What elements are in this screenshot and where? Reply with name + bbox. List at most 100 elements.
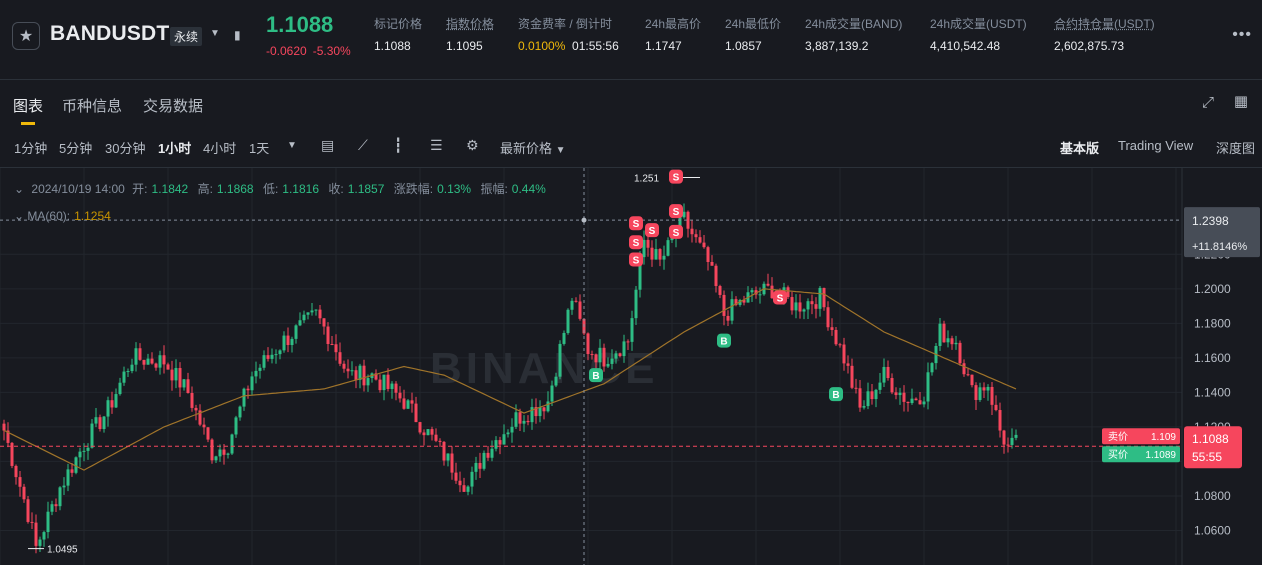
candle-body: [446, 453, 450, 461]
tab-coin-info[interactable]: 币种信息: [62, 95, 122, 116]
candle-body: [142, 359, 146, 365]
indicator-chart-icon[interactable]: ⟋: [358, 137, 368, 154]
candle-body: [314, 309, 318, 311]
candle-body: [490, 448, 494, 458]
candle-body: [594, 354, 598, 363]
stat-label[interactable]: 指数价格: [446, 15, 494, 32]
candle-body: [906, 401, 910, 404]
candle-body: [970, 374, 974, 386]
candle-body: [634, 289, 638, 319]
candle-body: [186, 379, 190, 393]
candle-body: [78, 451, 82, 458]
stat-index-price[interactable]: 指数价格 1.1095: [446, 15, 494, 53]
candle-body: [426, 429, 430, 436]
candle-body: [2, 423, 6, 431]
candle-body: [718, 286, 722, 295]
candle-body: [910, 398, 914, 404]
price-type-select[interactable]: 最新价格 ▼: [500, 138, 566, 157]
version-basic[interactable]: 基本版: [1060, 138, 1099, 157]
ohlc-legend: ⌄ 2024/10/19 14:00 开: 1.1842 高: 1.1868 低: 1…: [14, 180, 552, 197]
candle-body: [894, 392, 898, 396]
candle-body: [178, 368, 182, 388]
tab-trading-data[interactable]: 交易数据: [143, 95, 203, 116]
candle-body: [614, 353, 618, 359]
legend-change-label: 涨跌幅:: [393, 182, 434, 196]
legend-close: 1.1857: [347, 182, 385, 196]
candlestick-chart[interactable]: BINANCE1.04951.251SSSSSSSSBBB1.22001.200…: [0, 168, 1262, 565]
more-intervals-chevron-down-icon[interactable]: ▼: [287, 140, 297, 151]
legend-high-label: 高:: [197, 182, 213, 196]
candle-body: [238, 406, 242, 418]
ticker-header: ★ BANDUSDT 永续 ▼ ▮ 1.1088 -0.0620 -5.30% 标…: [0, 0, 1262, 80]
candle-body: [38, 539, 42, 546]
candle-body: [66, 469, 70, 486]
version-depth-chart[interactable]: 深度图: [1216, 138, 1255, 157]
legend-date: 2024/10/19 14:00: [31, 182, 125, 196]
candle-body: [358, 365, 362, 380]
bid-label: 买价: [1108, 449, 1128, 461]
candle-body: [690, 228, 694, 235]
stat-label: 24h最高价: [645, 17, 702, 31]
symbol-name[interactable]: BANDUSDT: [50, 22, 169, 46]
favorite-star-icon[interactable]: ★: [12, 22, 40, 50]
candle-body: [210, 439, 214, 461]
layout-grid-icon[interactable]: ▦: [1234, 92, 1248, 110]
candle-body: [326, 326, 330, 344]
symbol-dropdown-chevron-down-icon[interactable]: ▼: [210, 28, 220, 39]
candle-body: [82, 450, 86, 452]
candle-body: [478, 462, 482, 469]
stat-label[interactable]: 合约持仓量(USDT): [1054, 15, 1155, 32]
candle-body: [546, 401, 550, 412]
candle-body: [750, 290, 754, 293]
template-icon[interactable]: ☰: [430, 137, 443, 154]
expand-icon[interactable]: ⤢: [1202, 94, 1214, 111]
candle-body: [974, 385, 978, 400]
high-price-label: 1.251: [634, 173, 659, 184]
ma-collapse-chevron-icon[interactable]: ⌄: [14, 209, 24, 223]
candle-body: [838, 344, 842, 346]
candle-body: [630, 318, 634, 342]
candle-body: [170, 369, 174, 381]
candle-body: [794, 302, 798, 311]
candle-body: [470, 471, 474, 487]
interval-5m[interactable]: 5分钟: [59, 138, 92, 157]
candle-body: [802, 309, 806, 312]
stat-24h-high: 24h最高价 1.1747: [645, 15, 701, 53]
candle-body: [586, 333, 590, 355]
candle-body: [822, 287, 826, 308]
interval-4h[interactable]: 4小时: [203, 138, 236, 157]
legend-collapse-chevron-icon[interactable]: ⌄: [14, 182, 24, 196]
legend-amplitude-label: 振幅:: [480, 182, 508, 196]
candle-body: [442, 441, 446, 461]
calendar-icon[interactable]: ▤: [321, 137, 334, 154]
tab-chart[interactable]: 图表: [13, 95, 43, 125]
candle-type-icon[interactable]: ┇: [394, 137, 402, 154]
interval-30m[interactable]: 30分钟: [105, 138, 145, 157]
candle-body: [150, 358, 154, 364]
candle-body: [130, 364, 134, 372]
candle-body: [458, 480, 462, 486]
candle-body: [118, 382, 122, 395]
candle-body: [798, 302, 802, 312]
stat-open-interest[interactable]: 合约持仓量(USDT) 2,602,875.73: [1054, 15, 1155, 53]
more-options-icon[interactable]: •••: [1232, 26, 1252, 44]
candle-body: [54, 504, 58, 507]
candle-body: [154, 363, 158, 368]
candle-body: [482, 452, 486, 469]
candle-body: [878, 382, 882, 390]
interval-1h[interactable]: 1小时: [158, 138, 191, 157]
ma-legend: ⌄ MA(60): 1.1254: [14, 209, 111, 223]
version-trading-view[interactable]: Trading View: [1118, 138, 1193, 153]
candle-body: [398, 392, 402, 399]
candle-body: [518, 412, 522, 424]
settings-gear-icon[interactable]: ⚙: [466, 137, 479, 154]
candle-body: [666, 240, 670, 256]
interval-1d[interactable]: 1天: [249, 138, 269, 157]
book-icon[interactable]: ▮: [234, 28, 241, 42]
candle-body: [578, 301, 582, 319]
chart-canvas[interactable]: BINANCE1.04951.251SSSSSSSSBBB1.22001.200…: [0, 168, 1262, 565]
interval-1m[interactable]: 1分钟: [14, 138, 47, 157]
candle-body: [302, 314, 306, 321]
candle-body: [710, 262, 714, 266]
candle-body: [814, 304, 818, 309]
